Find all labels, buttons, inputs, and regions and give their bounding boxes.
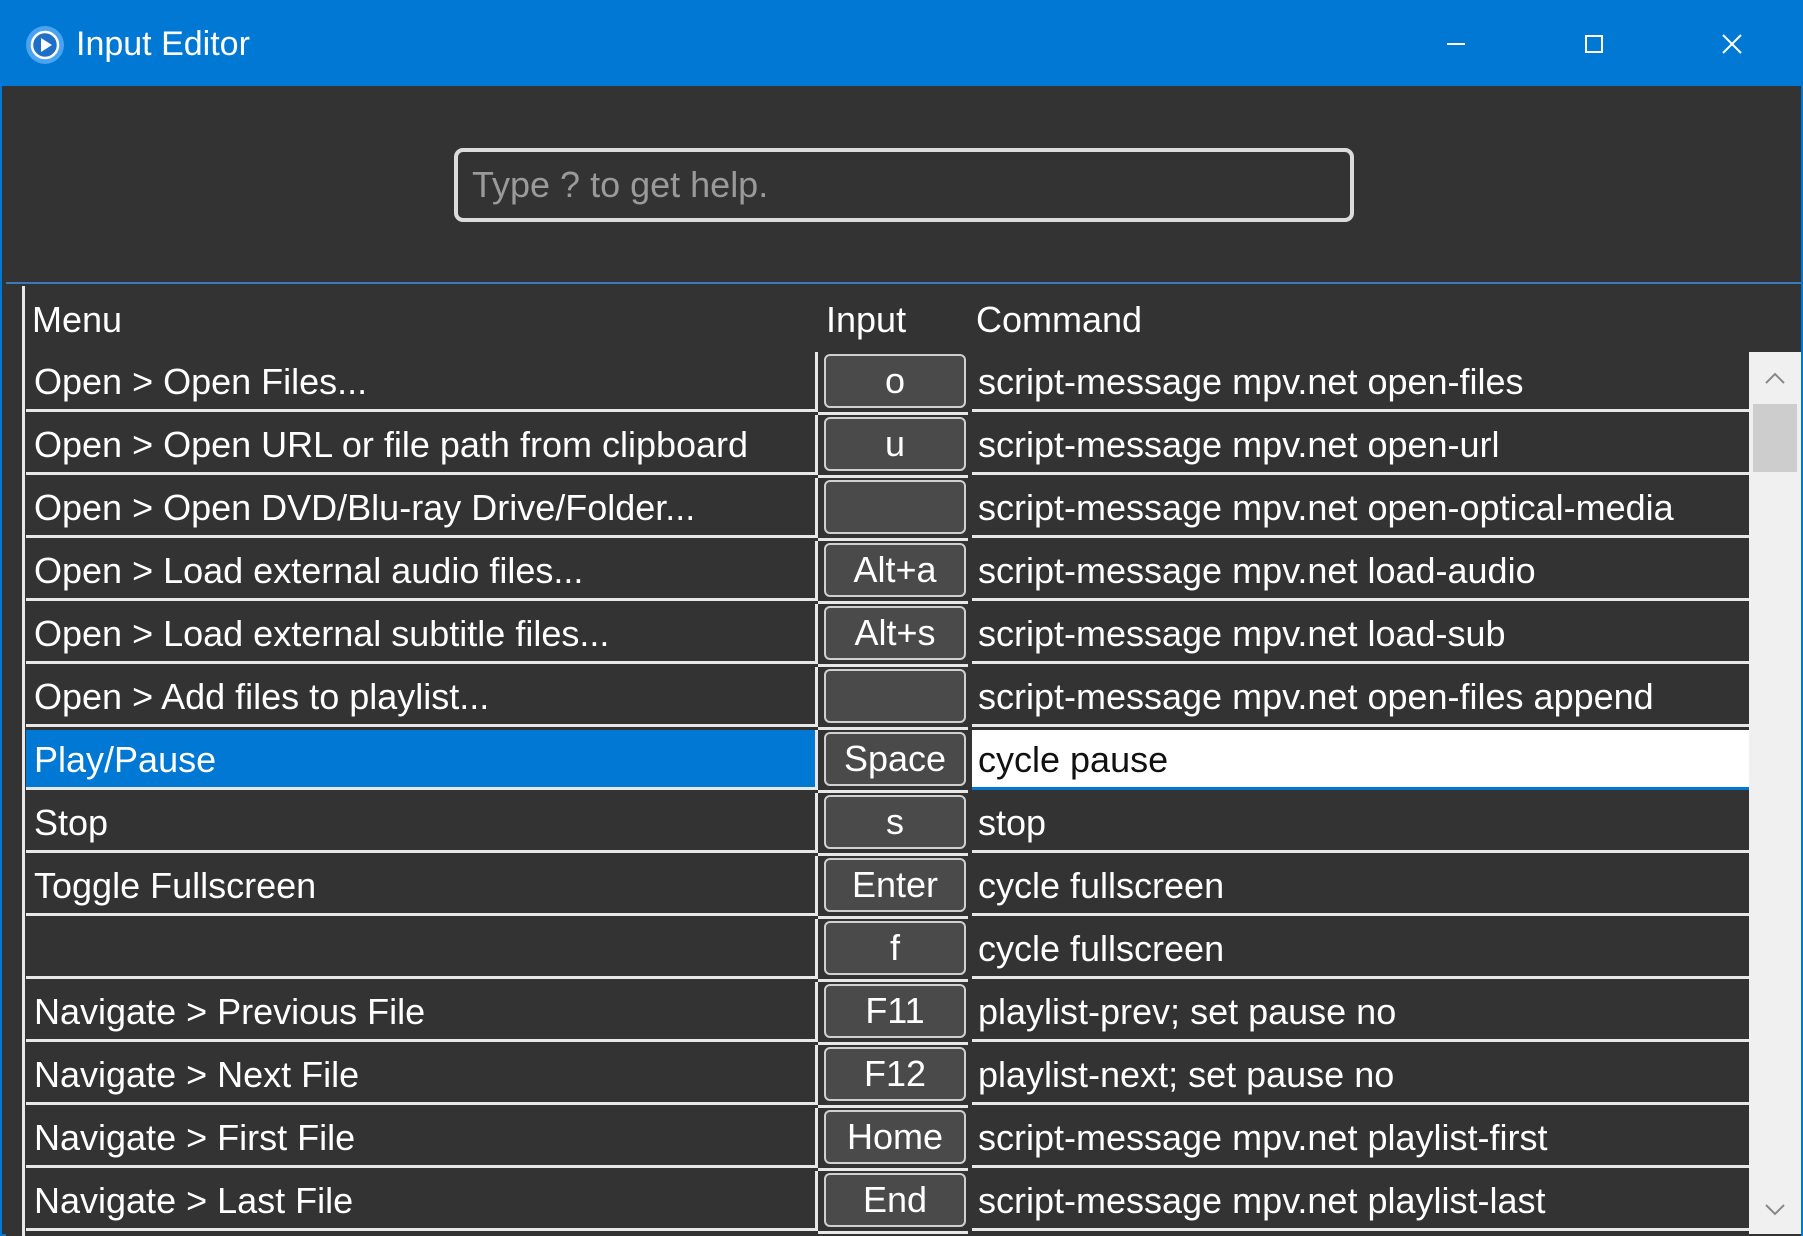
menu-cell[interactable]: Navigate > Previous File: [26, 982, 818, 1042]
menu-cell[interactable]: Open > Load external audio files...: [26, 541, 818, 601]
command-cell[interactable]: script-message mpv.net load-audio: [972, 541, 1752, 601]
command-cell[interactable]: script-message mpv.net open-files append: [972, 667, 1752, 727]
command-cell-editing[interactable]: cycle pause: [972, 730, 1752, 790]
search-input[interactable]: [454, 148, 1354, 222]
command-cell[interactable]: script-message mpv.net open-files: [972, 352, 1752, 412]
input-key-button[interactable]: Home: [824, 1110, 966, 1164]
input-key-button[interactable]: s: [824, 795, 966, 849]
command-cell[interactable]: stop: [972, 793, 1752, 853]
input-key-button[interactable]: u: [824, 417, 966, 471]
table-row[interactable]: Open > Load external audio files... Alt+…: [26, 541, 1752, 604]
command-cell[interactable]: playlist-prev; set pause no: [972, 982, 1752, 1042]
table-row[interactable]: Open > Add files to playlist... script-m…: [26, 667, 1752, 730]
grid-header: Menu Input Command: [28, 284, 1778, 352]
table-row[interactable]: Navigate > Last File End script-message …: [26, 1171, 1752, 1234]
menu-cell[interactable]: Navigate > First File: [26, 1108, 818, 1168]
input-key-button[interactable]: o: [824, 354, 966, 408]
command-cell[interactable]: script-message mpv.net open-optical-medi…: [972, 478, 1752, 538]
grid-rows: Open > Open Files... o script-message mp…: [26, 352, 1752, 1234]
table-row-selected[interactable]: Play/Pause Space cycle pause: [26, 730, 1752, 793]
close-icon: [1722, 34, 1742, 54]
command-cell[interactable]: script-message mpv.net load-sub: [972, 604, 1752, 664]
chevron-up-icon: [1765, 372, 1785, 384]
column-header-command[interactable]: Command: [976, 298, 1142, 342]
command-cell[interactable]: script-message mpv.net open-url: [972, 415, 1752, 475]
close-button[interactable]: [1702, 16, 1762, 72]
chevron-down-icon: [1765, 1204, 1785, 1216]
vertical-scrollbar[interactable]: [1749, 352, 1801, 1234]
menu-cell[interactable]: Play/Pause: [26, 730, 818, 790]
menu-cell[interactable]: Navigate > Last File: [26, 1171, 818, 1231]
menu-cell[interactable]: Open > Open DVD/Blu-ray Drive/Folder...: [26, 478, 818, 538]
table-row[interactable]: Open > Open URL or file path from clipbo…: [26, 415, 1752, 478]
input-key-button[interactable]: [824, 669, 966, 723]
menu-cell[interactable]: Toggle Fullscreen: [26, 856, 818, 916]
input-key-button[interactable]: End: [824, 1173, 966, 1227]
table-row[interactable]: Open > Open DVD/Blu-ray Drive/Folder... …: [26, 478, 1752, 541]
maximize-icon: [1585, 35, 1603, 53]
input-key-button[interactable]: Enter: [824, 858, 966, 912]
table-row[interactable]: Navigate > Previous File F11 playlist-pr…: [26, 982, 1752, 1045]
scroll-down-button[interactable]: [1749, 1190, 1801, 1230]
menu-cell[interactable]: [26, 919, 818, 979]
window-title: Input Editor: [76, 25, 250, 63]
command-cell[interactable]: script-message mpv.net playlist-first: [972, 1108, 1752, 1168]
command-cell[interactable]: script-message mpv.net playlist-last: [972, 1171, 1752, 1231]
scroll-up-button[interactable]: [1749, 358, 1801, 398]
table-row[interactable]: Stop s stop: [26, 793, 1752, 856]
menu-cell[interactable]: Navigate > Next File: [26, 1045, 818, 1105]
table-row[interactable]: Navigate > Next File F12 playlist-next; …: [26, 1045, 1752, 1108]
command-cell[interactable]: cycle fullscreen: [972, 919, 1752, 979]
command-cell[interactable]: cycle fullscreen: [972, 856, 1752, 916]
menu-cell[interactable]: Open > Open URL or file path from clipbo…: [26, 415, 818, 475]
menu-cell[interactable]: Stop: [26, 793, 818, 853]
table-row[interactable]: Open > Open Files... o script-message mp…: [26, 352, 1752, 415]
menu-cell[interactable]: Open > Add files to playlist...: [26, 667, 818, 727]
input-key-button[interactable]: [824, 480, 966, 534]
column-header-input[interactable]: Input: [826, 298, 906, 342]
maximize-button[interactable]: [1564, 16, 1624, 72]
scrollbar-thumb[interactable]: [1753, 404, 1797, 472]
input-key-button[interactable]: Space: [824, 732, 966, 786]
table-row[interactable]: Toggle Fullscreen Enter cycle fullscreen: [26, 856, 1752, 919]
minimize-button[interactable]: [1426, 16, 1486, 72]
table-row[interactable]: Navigate > First File Home script-messag…: [26, 1108, 1752, 1171]
search-area: [2, 86, 1801, 282]
input-key-button[interactable]: Alt+s: [824, 606, 966, 660]
table-row[interactable]: f cycle fullscreen: [26, 919, 1752, 982]
input-editor-window: Input Editor Menu Input Command Open > O…: [0, 0, 1803, 1236]
menu-cell[interactable]: Open > Load external subtitle files...: [26, 604, 818, 664]
command-cell[interactable]: playlist-next; set pause no: [972, 1045, 1752, 1105]
mpv-play-icon: [26, 26, 64, 64]
table-row[interactable]: Open > Load external subtitle files... A…: [26, 604, 1752, 667]
input-key-button[interactable]: F12: [824, 1047, 966, 1101]
menu-cell[interactable]: Open > Open Files...: [26, 352, 818, 412]
column-header-menu[interactable]: Menu: [32, 298, 122, 342]
minimize-icon: [1447, 43, 1465, 45]
title-bar[interactable]: Input Editor: [2, 2, 1801, 86]
input-key-button[interactable]: Alt+a: [824, 543, 966, 597]
input-key-button[interactable]: f: [824, 921, 966, 975]
bindings-grid: Menu Input Command Open > Open Files... …: [6, 282, 1801, 1236]
input-key-button[interactable]: F11: [824, 984, 966, 1038]
row-header-column: [6, 286, 25, 1236]
